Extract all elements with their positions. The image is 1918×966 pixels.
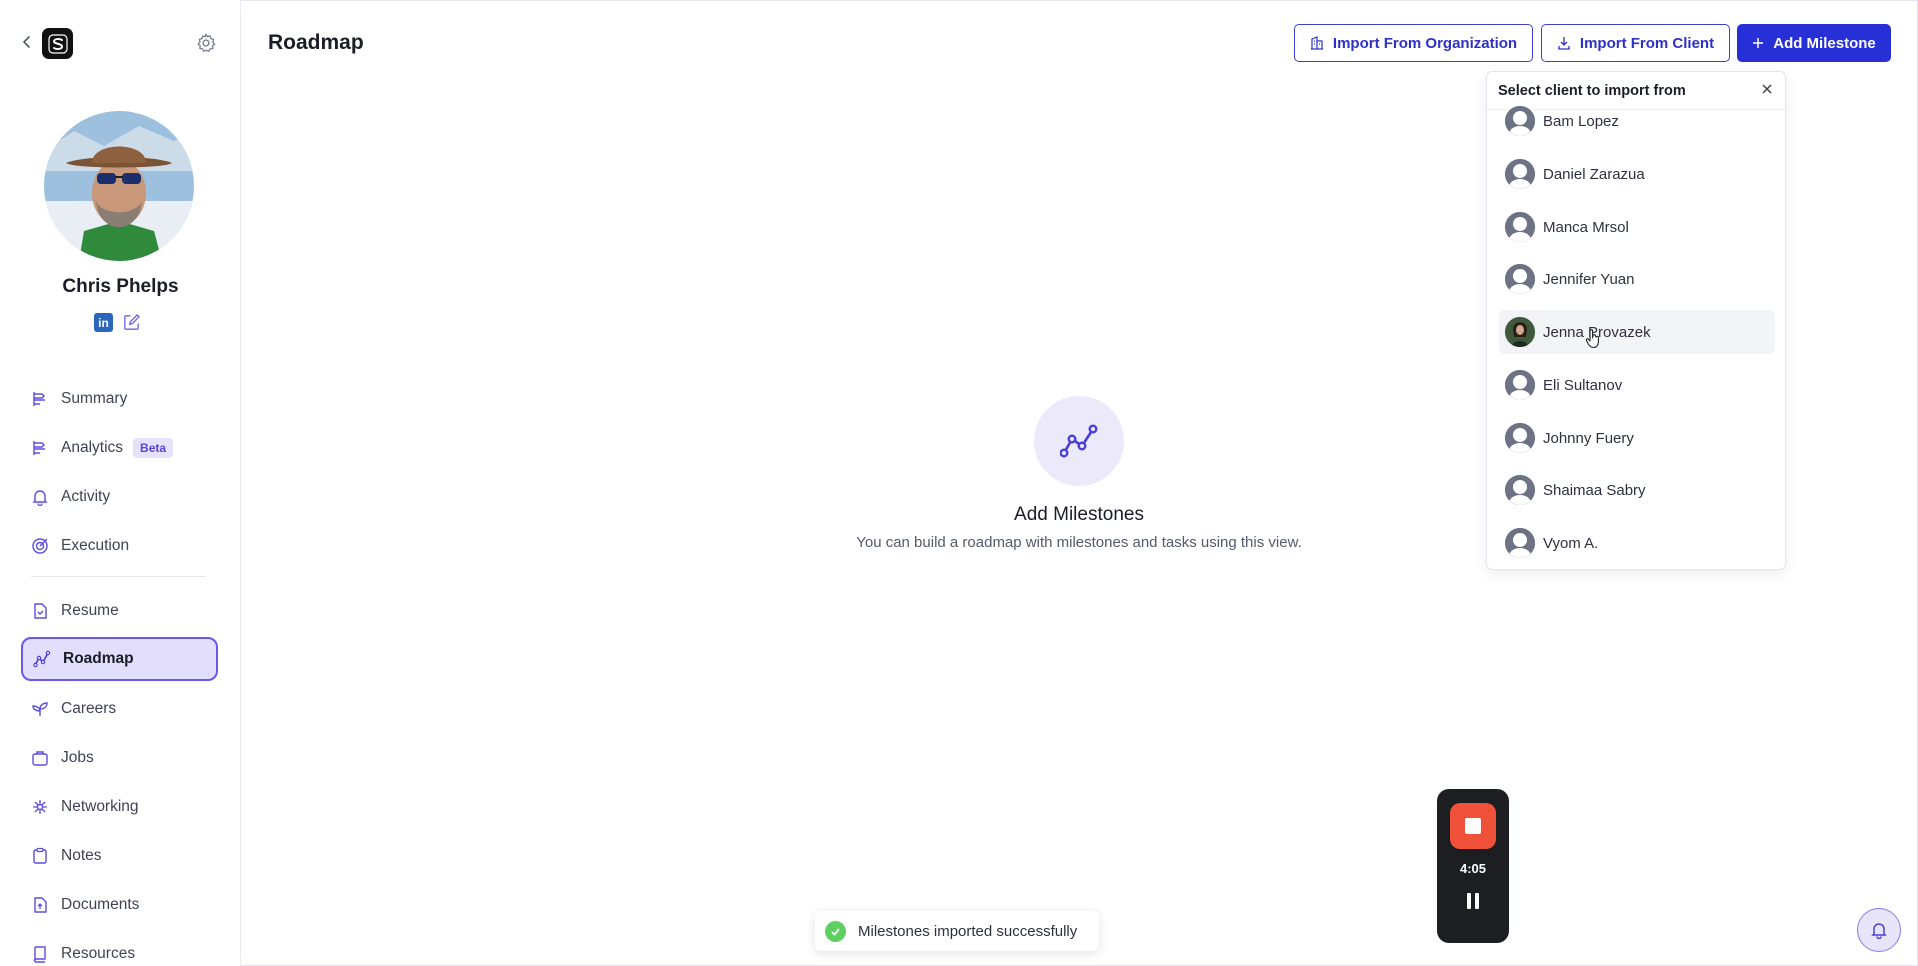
sidebar-item-label: Analytics	[61, 439, 124, 456]
client-option[interactable]: Eli Sultanov	[1499, 363, 1775, 407]
sidebar-item-jobs[interactable]: Jobs	[21, 736, 218, 780]
avatar-placeholder-icon	[1505, 475, 1535, 505]
sidebar-item-resources[interactable]: Resources	[21, 932, 218, 966]
add-milestone-label: Add Milestone	[1773, 34, 1876, 52]
notifications-bell-icon[interactable]	[1857, 908, 1901, 952]
edit-icon[interactable]	[122, 313, 141, 332]
network-icon	[31, 798, 49, 816]
recording-time: 4:05	[1459, 861, 1487, 876]
avatar	[1505, 317, 1535, 347]
client-option[interactable]: Daniel Zarazua	[1499, 152, 1775, 196]
chevron-left-icon[interactable]	[22, 34, 34, 50]
sidebar-item-summary[interactable]: Summary	[21, 377, 218, 421]
sidebar-item-documents[interactable]: Documents	[21, 883, 218, 927]
sidebar: Chris Phelps in Summary Analytics Beta A…	[0, 0, 241, 966]
hand-cursor-icon	[1585, 329, 1601, 354]
sidebar-item-label: Roadmap	[63, 650, 134, 667]
avatar	[44, 111, 194, 261]
check-icon	[825, 920, 846, 942]
import-from-organization-label: Import From Organization	[1332, 34, 1518, 52]
gear-icon[interactable]	[195, 32, 217, 54]
client-name: Jennifer Yuan	[1543, 270, 1635, 288]
import-from-organization-button[interactable]: Import From Organization	[1294, 24, 1533, 62]
profile-name: Chris Phelps	[62, 276, 179, 297]
client-name: Johnny Fuery	[1543, 429, 1634, 447]
stop-icon	[1465, 818, 1481, 834]
pause-icon[interactable]	[1463, 891, 1483, 911]
import-from-client-label: Import From Client	[1579, 34, 1715, 52]
client-option[interactable]: Johnny Fuery	[1499, 416, 1775, 460]
sidebar-item-label: Networking	[61, 798, 139, 815]
briefcase-icon	[31, 749, 49, 767]
toast-message: Milestones imported successfully	[858, 922, 1078, 940]
client-select-dropdown: Select client to import from Bam Lopez D…	[1486, 71, 1786, 570]
page-title: Roadmap	[268, 31, 364, 54]
linkedin-icon[interactable]: in	[94, 313, 113, 332]
add-milestone-button[interactable]: Add Milestone	[1737, 24, 1891, 62]
client-name: Eli Sultanov	[1543, 376, 1623, 394]
sidebar-item-label: Summary	[61, 390, 128, 407]
import-from-client-button[interactable]: Import From Client	[1541, 24, 1730, 62]
avatar-placeholder-icon	[1505, 423, 1535, 453]
sidebar-item-label: Resources	[61, 945, 136, 962]
app-logo-icon[interactable]	[42, 28, 73, 59]
sidebar-item-networking[interactable]: Networking	[21, 785, 218, 829]
client-option[interactable]: Jenna Provazek	[1499, 310, 1775, 354]
download-icon	[1557, 36, 1571, 50]
document-icon	[31, 896, 49, 914]
sidebar-divider	[31, 576, 206, 577]
close-icon[interactable]	[1759, 81, 1775, 97]
screen-recorder: 4:05	[1437, 789, 1509, 943]
sidebar-item-resume[interactable]: Resume	[21, 589, 218, 633]
client-option[interactable]: Jennifer Yuan	[1499, 257, 1775, 301]
sidebar-item-label: Careers	[61, 700, 117, 717]
client-option[interactable]: Bam Lopez	[1499, 99, 1775, 143]
summary-icon	[31, 390, 49, 408]
avatar-placeholder-icon	[1505, 528, 1535, 558]
book-icon	[31, 945, 49, 963]
dropdown-title: Select client to import from	[1498, 83, 1686, 99]
analytics-icon	[31, 439, 49, 457]
beta-badge: Beta	[133, 438, 174, 458]
client-option[interactable]: Vyom A.	[1499, 521, 1775, 565]
avatar-placeholder-icon	[1505, 370, 1535, 400]
avatar-placeholder-icon	[1505, 212, 1535, 242]
client-option[interactable]: Manca Mrsol	[1499, 205, 1775, 249]
stop-recording-button[interactable]	[1450, 803, 1496, 849]
sidebar-item-label: Jobs	[61, 749, 94, 766]
avatar-placeholder-icon	[1505, 159, 1535, 189]
sidebar-item-label: Documents	[61, 896, 140, 913]
avatar-placeholder-icon	[1505, 106, 1535, 136]
sidebar-item-careers[interactable]: Careers	[21, 687, 218, 731]
clipboard-icon	[31, 847, 49, 865]
sidebar-item-analytics[interactable]: Analytics Beta	[21, 426, 218, 470]
client-name: Bam Lopez	[1543, 112, 1619, 130]
resume-icon	[31, 602, 49, 620]
client-name: Shaimaa Sabry	[1543, 481, 1646, 499]
client-name: Daniel Zarazua	[1543, 165, 1645, 183]
client-name: Vyom A.	[1543, 534, 1599, 552]
sidebar-item-notes[interactable]: Notes	[21, 834, 218, 878]
plus-icon	[1752, 37, 1764, 49]
sidebar-item-roadmap[interactable]: Roadmap	[21, 637, 218, 681]
sprout-icon	[31, 700, 49, 718]
roadmap-icon	[33, 650, 51, 668]
roadmap-empty-icon	[1034, 396, 1124, 486]
success-toast: Milestones imported successfully	[815, 911, 1099, 951]
sidebar-item-label: Resume	[61, 602, 119, 619]
sidebar-item-label: Notes	[61, 847, 102, 864]
client-name: Manca Mrsol	[1543, 218, 1629, 236]
building-icon	[1310, 36, 1324, 50]
client-option[interactable]: Shaimaa Sabry	[1499, 468, 1775, 512]
avatar-placeholder-icon	[1505, 264, 1535, 294]
